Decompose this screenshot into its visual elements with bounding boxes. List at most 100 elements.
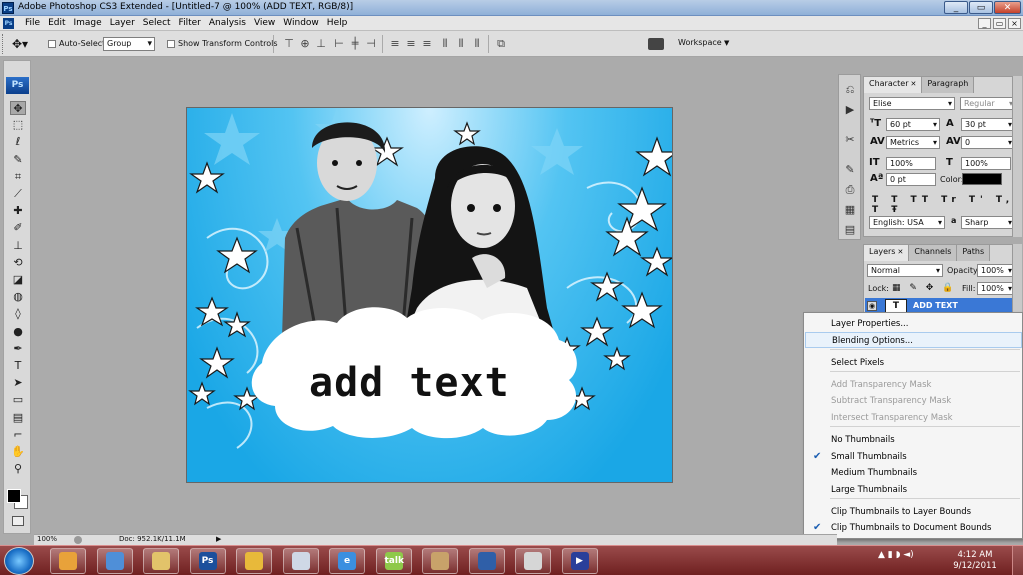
- fill-field[interactable]: 100%: [977, 282, 1015, 295]
- tool-presets-icon[interactable]: ✂: [843, 133, 857, 147]
- menu-item-blending-options[interactable]: Blending Options...: [805, 332, 1022, 348]
- doc-minimize-button[interactable]: _: [978, 18, 991, 29]
- doc-restore-button[interactable]: ▭: [993, 18, 1006, 29]
- menu-item-clip-thumbnails-to-document-bounds[interactable]: ✔ Clip Thumbnails to Document Bounds: [805, 520, 1022, 536]
- text-style-buttons[interactable]: T T TT Tr T' T, T Ŧ: [872, 195, 1020, 215]
- workspace-menu[interactable]: Workspace: [678, 38, 729, 47]
- auto-align-icon[interactable]: ⧉: [495, 37, 507, 50]
- slice-tool-icon[interactable]: ⟋: [10, 187, 26, 201]
- foreground-color-swatch[interactable]: [7, 489, 21, 503]
- system-tray[interactable]: ▲ ▮ ◗ ◄): [878, 550, 914, 560]
- lock-icons[interactable]: ▦ ✎ ✥ 🔒: [892, 283, 956, 293]
- tab-channels[interactable]: Channels: [909, 245, 958, 261]
- menu-select[interactable]: Select: [139, 17, 175, 29]
- close-tab-icon[interactable]: ✕: [897, 248, 903, 256]
- tab-layers[interactable]: Layers ✕: [864, 245, 910, 261]
- clone-source-icon[interactable]: ⎙: [843, 183, 857, 197]
- clock[interactable]: 4:12 AM 9/12/2011: [950, 550, 1000, 572]
- clone-stamp-tool-icon[interactable]: ⊥: [10, 239, 26, 253]
- anti-alias-dropdown[interactable]: Sharp: [961, 216, 1015, 229]
- shape-tool-icon[interactable]: ▭: [10, 393, 26, 407]
- distribute-top-icon[interactable]: ≡: [389, 37, 401, 50]
- notes-button[interactable]: [282, 548, 319, 574]
- video-editor-button[interactable]: [422, 548, 458, 574]
- paint-button[interactable]: [515, 548, 551, 574]
- info-icon[interactable]: ▤: [843, 223, 857, 237]
- dodge-tool-icon[interactable]: ●: [10, 325, 26, 339]
- history-icon[interactable]: ⎌: [843, 83, 857, 97]
- hand-tool-icon[interactable]: ✋: [10, 445, 26, 459]
- menu-window[interactable]: Window: [279, 17, 323, 29]
- menu-filter[interactable]: Filter: [175, 17, 205, 29]
- align-hcenter-icon[interactable]: ╪: [349, 37, 361, 50]
- tracking-field[interactable]: 0: [961, 136, 1015, 149]
- auto-select-dropdown[interactable]: Group: [103, 37, 155, 51]
- app-icon[interactable]: Ps: [2, 2, 14, 14]
- document-canvas[interactable]: add text: [186, 107, 673, 483]
- menu-item-select-pixels[interactable]: Select Pixels: [805, 355, 1022, 371]
- document-icon[interactable]: Ps: [3, 18, 14, 29]
- menu-analysis[interactable]: Analysis: [205, 17, 250, 29]
- leading-field[interactable]: 30 pt: [961, 118, 1015, 131]
- layers-panel-scrollbar[interactable]: [1012, 244, 1022, 314]
- menu-item-no-thumbnails[interactable]: No Thumbnails: [805, 432, 1022, 448]
- menu-edit[interactable]: Edit: [44, 17, 69, 29]
- itunes-button[interactable]: [96, 548, 133, 574]
- eraser-tool-icon[interactable]: ◪: [10, 273, 26, 287]
- type-tool-icon[interactable]: T: [10, 359, 26, 373]
- show-desktop-button[interactable]: [1012, 546, 1023, 575]
- layer-comps-icon[interactable]: ▦: [843, 203, 857, 217]
- pen-tool-icon[interactable]: ✒: [10, 342, 26, 356]
- tab-paths[interactable]: Paths: [957, 245, 991, 261]
- add-text-layer[interactable]: add text: [309, 360, 510, 406]
- canvas-area[interactable]: add text: [34, 57, 837, 534]
- distribute-left-icon[interactable]: ⦀: [439, 37, 451, 50]
- close-tab-icon[interactable]: ✕: [911, 80, 917, 88]
- path-select-tool-icon[interactable]: ➤: [10, 376, 26, 390]
- brush-tool-icon[interactable]: ✐: [10, 221, 26, 235]
- distribute-right-icon[interactable]: ⦀: [471, 37, 483, 50]
- distribute-bottom-icon[interactable]: ≡: [421, 37, 433, 50]
- font-style-dropdown[interactable]: Regular: [960, 97, 1016, 110]
- maximize-button[interactable]: ▭: [969, 1, 993, 14]
- font-size-field[interactable]: 60 pt: [886, 118, 940, 131]
- font-family-dropdown[interactable]: Elise: [869, 97, 955, 110]
- minimize-button[interactable]: _: [944, 1, 968, 14]
- windows-media-button[interactable]: [50, 548, 86, 574]
- options-grip[interactable]: [2, 34, 6, 54]
- language-dropdown[interactable]: English: USA: [869, 216, 945, 229]
- healing-brush-tool-icon[interactable]: ✚: [10, 204, 26, 218]
- google-talk-button[interactable]: talk: [375, 548, 412, 574]
- crop-tool-icon[interactable]: ⌗: [10, 170, 26, 184]
- move-tool-preset-icon[interactable]: ✥▾: [12, 37, 28, 51]
- marquee-tool-icon[interactable]: ⬚: [10, 118, 26, 132]
- zoom-tool-icon[interactable]: ⚲: [10, 462, 26, 476]
- menu-view[interactable]: View: [250, 17, 279, 29]
- align-right-icon[interactable]: ⊣: [365, 37, 377, 50]
- brushes-icon[interactable]: ✎: [843, 163, 857, 177]
- move-tool-icon[interactable]: ✥: [10, 101, 26, 115]
- quick-mask-icon[interactable]: [12, 516, 24, 526]
- menu-item-layer-properties[interactable]: Layer Properties...: [805, 316, 1022, 332]
- app-button[interactable]: [468, 548, 505, 574]
- paint-bucket-tool-icon[interactable]: ◍: [10, 290, 26, 304]
- menu-item-clip-thumbnails-to-layer-bounds[interactable]: Clip Thumbnails to Layer Bounds: [805, 504, 1022, 520]
- blend-mode-dropdown[interactable]: Normal: [867, 264, 943, 277]
- show-transform-checkbox[interactable]: [167, 40, 175, 48]
- zoom-level[interactable]: 100%: [37, 535, 57, 543]
- distribute-hcenter-icon[interactable]: ⦀: [455, 37, 467, 50]
- ps-logo[interactable]: Ps: [6, 77, 29, 94]
- opacity-field[interactable]: 100%: [977, 264, 1015, 277]
- eyedropper-tool-icon[interactable]: ⌐: [10, 428, 26, 442]
- quick-select-tool-icon[interactable]: ✎: [10, 153, 26, 167]
- blur-tool-icon[interactable]: ◊: [10, 307, 26, 321]
- text-color-swatch[interactable]: [962, 173, 1002, 185]
- menu-layer[interactable]: Layer: [106, 17, 139, 29]
- menu-item-large-thumbnails[interactable]: Large Thumbnails: [805, 482, 1022, 498]
- eye-icon[interactable]: ◉: [867, 301, 877, 311]
- align-vcenter-icon[interactable]: ⊕: [299, 37, 311, 50]
- align-top-icon[interactable]: ⊤: [283, 37, 295, 50]
- align-left-icon[interactable]: ⊢: [333, 37, 345, 50]
- zoom-icon[interactable]: [74, 536, 82, 544]
- close-button[interactable]: ✕: [994, 1, 1021, 14]
